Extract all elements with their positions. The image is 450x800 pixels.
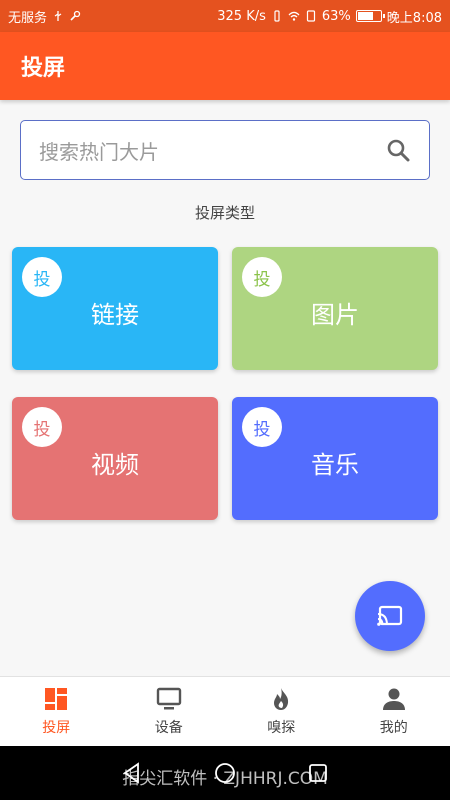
carrier-label: 无服务 xyxy=(8,10,48,26)
nav-item-sniff[interactable]: 嗅探 xyxy=(225,677,338,746)
tile-label: 链接 xyxy=(91,301,139,329)
cast-badge: 投 xyxy=(242,407,282,447)
battery-icon xyxy=(355,10,385,22)
nav-label: 我的 xyxy=(379,720,408,736)
cast-badge: 投 xyxy=(22,257,62,297)
bottom-nav: 投屏 设备 嗅探 我的 xyxy=(0,676,450,746)
nav-label: 嗅探 xyxy=(267,720,296,736)
back-icon[interactable] xyxy=(120,761,144,785)
tile-label: 图片 xyxy=(311,301,359,329)
tile-label: 视频 xyxy=(91,451,139,479)
vibrate-icon xyxy=(274,10,280,22)
search-box[interactable]: 搜索热门大片 xyxy=(20,120,430,180)
section-title: 投屏类型 xyxy=(194,204,255,222)
page-title: 投屏 xyxy=(21,56,66,81)
clock: 晚上8:08 xyxy=(386,10,442,26)
nav-item-devices[interactable]: 设备 xyxy=(113,677,226,746)
screen: 无服务 325 K/s 63% 晚上8:08 投屏 搜索热门大片 投屏类型 投 … xyxy=(0,0,450,800)
nav-item-me[interactable]: 我的 xyxy=(338,677,450,746)
cast-icon xyxy=(377,605,403,626)
nav-label: 投屏 xyxy=(42,720,71,736)
monitor-icon xyxy=(156,687,181,710)
app-bar: 投屏 xyxy=(0,32,450,100)
search-icon[interactable] xyxy=(385,137,411,163)
cast-fab-button[interactable] xyxy=(355,581,425,651)
usb-icon xyxy=(54,11,62,21)
sim-icon xyxy=(306,10,315,22)
wifi-icon xyxy=(288,11,300,21)
status-bar: 无服务 325 K/s 63% 晚上8:08 xyxy=(0,0,450,32)
nav-item-cast[interactable]: 投屏 xyxy=(0,677,113,746)
cast-video-tile[interactable]: 投 视频 xyxy=(12,397,218,520)
tile-label: 音乐 xyxy=(311,451,359,479)
system-nav-bar xyxy=(0,746,450,800)
cast-music-tile[interactable]: 投 音乐 xyxy=(232,397,438,520)
battery-percent: 63% xyxy=(321,8,351,24)
network-speed: 325 K/s xyxy=(217,8,266,24)
home-icon[interactable] xyxy=(213,761,237,785)
cast-image-tile[interactable]: 投 图片 xyxy=(232,247,438,370)
nav-label: 设备 xyxy=(154,720,183,736)
cast-link-tile[interactable]: 投 链接 xyxy=(12,247,218,370)
wrench-icon xyxy=(70,10,81,21)
flame-icon xyxy=(274,688,289,710)
cast-badge: 投 xyxy=(22,407,62,447)
grid-icon xyxy=(45,688,68,710)
cast-badge: 投 xyxy=(242,257,282,297)
search-input[interactable]: 搜索热门大片 xyxy=(39,136,159,165)
person-icon xyxy=(382,688,405,710)
recents-icon[interactable] xyxy=(306,761,330,785)
